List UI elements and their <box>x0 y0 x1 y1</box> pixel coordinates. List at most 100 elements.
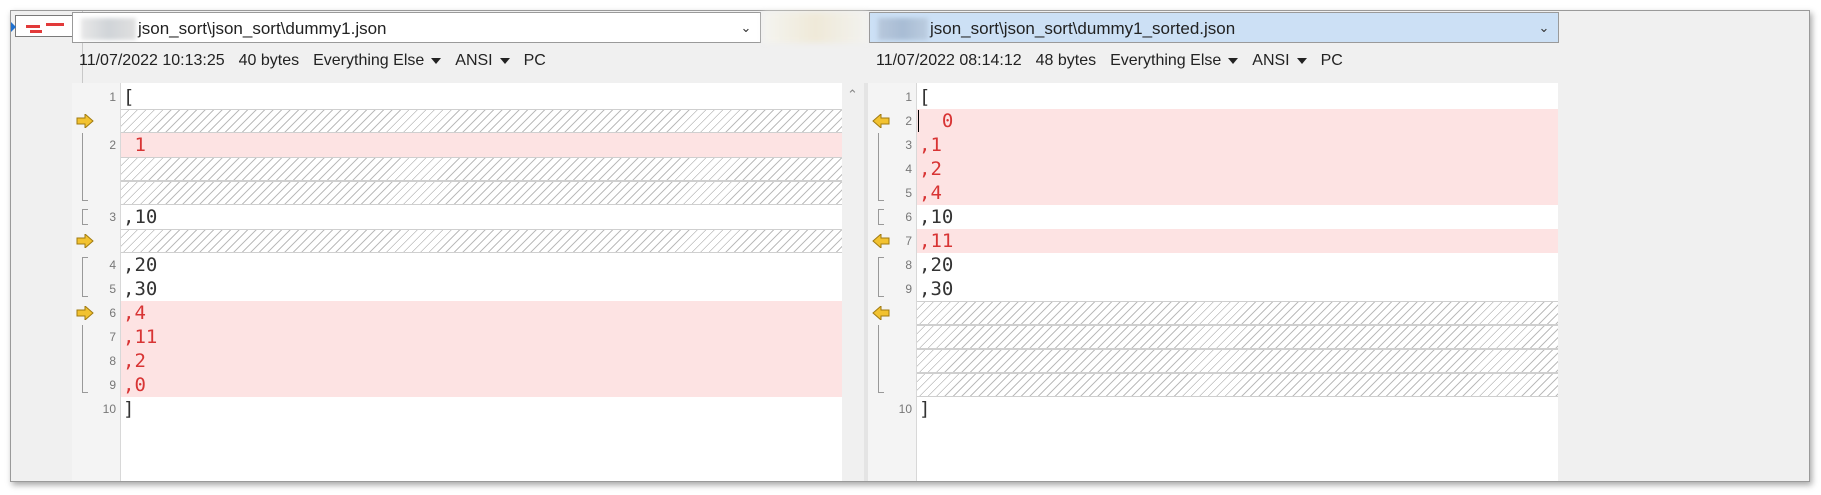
code-line-text: ,20 <box>123 254 158 276</box>
diff-marker <box>30 30 42 33</box>
unchanged-block-bracket <box>878 209 884 225</box>
right-gutter: 1 2 3 4 5 6 7 8 9 10 <box>868 83 916 481</box>
code-line-text: ,4 <box>919 182 942 204</box>
code-line[interactable]: ,0 <box>121 373 842 397</box>
text-cursor <box>918 110 919 132</box>
code-line-text: ,30 <box>123 278 158 300</box>
arrow-right-icon[interactable] <box>76 304 94 322</box>
missing-line-placeholder[interactable] <box>917 325 1558 349</box>
code-line-text: ,0 <box>123 374 146 396</box>
line-number: 2 <box>109 138 116 152</box>
right-format-dropdown[interactable]: Everything Else <box>1110 47 1238 75</box>
code-line[interactable]: ,11 <box>917 229 1558 253</box>
line-number: 5 <box>109 282 116 296</box>
line-number: 9 <box>905 282 912 296</box>
code-line-text: ,20 <box>919 254 954 276</box>
arrow-left-icon[interactable] <box>872 232 890 250</box>
current-position-marker <box>11 22 16 32</box>
code-line[interactable]: ,2 <box>121 349 842 373</box>
left-info-bar: 11/07/2022 10:13:25 40 bytes Everything … <box>79 47 546 75</box>
code-line[interactable]: ] <box>917 397 1558 421</box>
left-encoding-dropdown[interactable]: ANSI <box>455 47 509 75</box>
chevron-down-icon[interactable]: ⌄ <box>732 13 760 42</box>
line-number: 3 <box>905 138 912 152</box>
diff-marker <box>26 25 40 28</box>
code-line-text: ,1 <box>919 134 942 156</box>
left-file-date: 11/07/2022 10:13:25 <box>79 52 225 69</box>
line-number: 1 <box>905 90 912 104</box>
change-block-bracket <box>878 325 884 393</box>
code-line[interactable]: 0 <box>917 109 1558 133</box>
change-block-bracket <box>82 133 88 201</box>
arrow-left-icon[interactable] <box>872 112 890 130</box>
code-line[interactable]: ,10 <box>917 205 1558 229</box>
redacted-path-prefix <box>878 17 928 40</box>
code-line[interactable]: ] <box>121 397 842 421</box>
redacted-button <box>763 12 868 43</box>
arrow-left-icon[interactable] <box>872 304 890 322</box>
line-number: 2 <box>905 114 912 128</box>
left-file-size: 40 bytes <box>238 52 300 69</box>
left-format-dropdown[interactable]: Everything Else <box>313 47 441 75</box>
code-line[interactable]: 1 <box>121 133 842 157</box>
line-number: 10 <box>898 402 912 416</box>
left-line-endings[interactable]: PC <box>524 47 546 75</box>
right-path-combo[interactable]: json_sort\json_sort\dummy1_sorted.json ⌄ <box>869 12 1559 43</box>
code-line-text: 1 <box>123 134 146 156</box>
missing-line-placeholder[interactable] <box>121 109 842 133</box>
code-line[interactable]: ,4 <box>917 181 1558 205</box>
right-line-endings[interactable]: PC <box>1321 47 1343 75</box>
code-line[interactable]: [ <box>917 85 1558 109</box>
line-number: 8 <box>905 258 912 272</box>
file-map-icon[interactable] <box>11 15 75 37</box>
code-line-text: [ <box>123 86 135 108</box>
arrow-right-icon[interactable] <box>76 112 94 130</box>
change-block-bracket <box>878 133 884 201</box>
line-number: 9 <box>109 378 116 392</box>
code-line-text: ,11 <box>123 326 158 348</box>
change-block-bracket <box>82 325 88 393</box>
code-line[interactable]: ,30 <box>121 277 842 301</box>
code-line[interactable]: ,10 <box>121 205 842 229</box>
right-file-date: 11/07/2022 08:14:12 <box>876 52 1022 69</box>
arrow-right-icon[interactable] <box>76 232 94 250</box>
line-number: 7 <box>109 330 116 344</box>
missing-line-placeholder[interactable] <box>917 373 1558 397</box>
diff-marker <box>46 23 64 26</box>
code-line[interactable]: ,2 <box>917 157 1558 181</box>
code-line[interactable]: ,20 <box>121 253 842 277</box>
code-line[interactable]: ,11 <box>121 325 842 349</box>
line-number: 6 <box>109 306 116 320</box>
scroll-up-icon[interactable]: ⌃ <box>847 87 858 103</box>
unchanged-block-bracket <box>82 257 88 297</box>
missing-line-placeholder[interactable] <box>121 229 842 253</box>
missing-line-placeholder[interactable] <box>121 157 842 181</box>
missing-line-placeholder[interactable] <box>917 349 1558 373</box>
code-line-text: ,2 <box>919 158 942 180</box>
left-vertical-scrollbar[interactable]: ⌃ <box>844 83 864 481</box>
code-line[interactable]: ,20 <box>917 253 1558 277</box>
line-number: 5 <box>905 186 912 200</box>
right-encoding-dropdown[interactable]: ANSI <box>1252 47 1306 75</box>
line-number: 8 <box>109 354 116 368</box>
compare-window: json_sort\json_sort\dummy1.json ⌄ json_s… <box>10 10 1810 482</box>
line-number: 1 <box>109 90 116 104</box>
missing-line-placeholder[interactable] <box>121 181 842 205</box>
code-line-text: ,10 <box>123 206 158 228</box>
left-path-combo[interactable]: json_sort\json_sort\dummy1.json ⌄ <box>72 12 761 43</box>
unchanged-block-bracket <box>878 257 884 297</box>
line-number: 4 <box>109 258 116 272</box>
code-line[interactable]: ,30 <box>917 277 1558 301</box>
right-text-pane[interactable]: [ 0,1,2,4,10,11,20,30] <box>916 83 1558 481</box>
code-line-text: 0 <box>919 110 954 132</box>
code-line-text: ,2 <box>123 350 146 372</box>
redacted-path-prefix <box>81 17 136 40</box>
code-line[interactable]: ,4 <box>121 301 842 325</box>
left-path-text: json_sort\json_sort\dummy1.json <box>138 19 387 39</box>
chevron-down-icon[interactable]: ⌄ <box>1530 13 1558 42</box>
missing-line-placeholder[interactable] <box>917 301 1558 325</box>
line-number: 10 <box>102 402 116 416</box>
left-text-pane[interactable]: [ 1 ,10 ,20,30,4,11,2,0] <box>120 83 842 481</box>
code-line[interactable]: [ <box>121 85 842 109</box>
code-line[interactable]: ,1 <box>917 133 1558 157</box>
